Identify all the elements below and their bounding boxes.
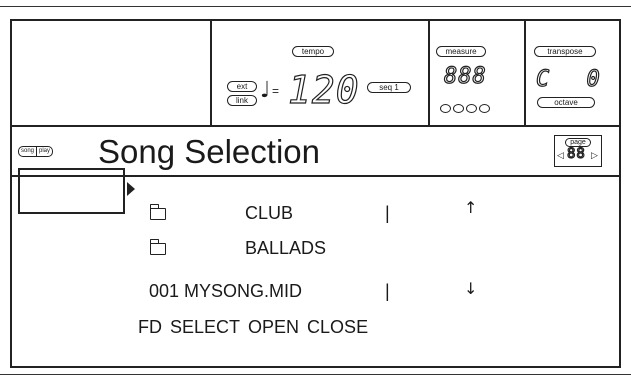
list-separator: |: [385, 203, 390, 223]
page-value: 88: [566, 145, 586, 162]
open-button[interactable]: OPEN: [248, 316, 299, 338]
panel-divider-1: [210, 21, 212, 125]
top-border: [0, 6, 631, 7]
tempo-value: 120: [287, 67, 360, 112]
page-indicator: page ◁ 88 ▷: [554, 135, 602, 167]
selection-cursor: [18, 168, 125, 214]
note-icon: ♩: [260, 78, 271, 103]
scroll-up-icon[interactable]: ↑: [464, 197, 477, 219]
select-button[interactable]: SELECT: [170, 316, 240, 338]
bottom-border: [0, 374, 631, 375]
cursor-arrow-icon: [127, 182, 135, 196]
ext-indicator: ext: [227, 81, 257, 92]
link-indicator: link: [227, 95, 257, 106]
page-next-icon: ▷: [591, 150, 598, 160]
mode-song: song: [21, 148, 35, 154]
seq-indicator: seq 1: [367, 82, 411, 93]
mode-play: play: [36, 147, 50, 156]
transpose-label: transpose: [534, 46, 596, 57]
measure-label: measure: [436, 46, 486, 57]
tempo-label: tempo: [292, 46, 334, 57]
mode-indicator: song play: [18, 146, 54, 157]
folder-icon: [149, 239, 166, 255]
page-title: Song Selection: [98, 133, 320, 170]
list-item-ballads[interactable]: BALLADS: [245, 237, 326, 259]
scroll-down-icon[interactable]: ↓: [464, 278, 477, 300]
measure-value: 888: [443, 63, 487, 89]
octave-label: octave: [537, 97, 595, 108]
list-item-club[interactable]: CLUB: [245, 202, 293, 224]
fd-button[interactable]: FD: [138, 316, 162, 338]
beat-indicators: [440, 100, 490, 118]
folder-icon: [149, 204, 166, 220]
panel-divider-3: [524, 21, 526, 125]
transpose-value: C 0: [535, 66, 601, 92]
button-bar: FD SELECT OPEN CLOSE: [138, 316, 368, 338]
close-button[interactable]: CLOSE: [307, 316, 368, 338]
list-separator: |: [385, 281, 390, 301]
indicator-panel: tempo ext link ♩ = 120 seq 1 measure 888…: [12, 21, 619, 127]
panel-divider-2: [428, 21, 430, 125]
list-item-mysong[interactable]: 001 MYSONG.MID: [149, 280, 302, 302]
tempo-equals: =: [272, 84, 280, 98]
page-prev-icon: ◁: [557, 150, 564, 160]
